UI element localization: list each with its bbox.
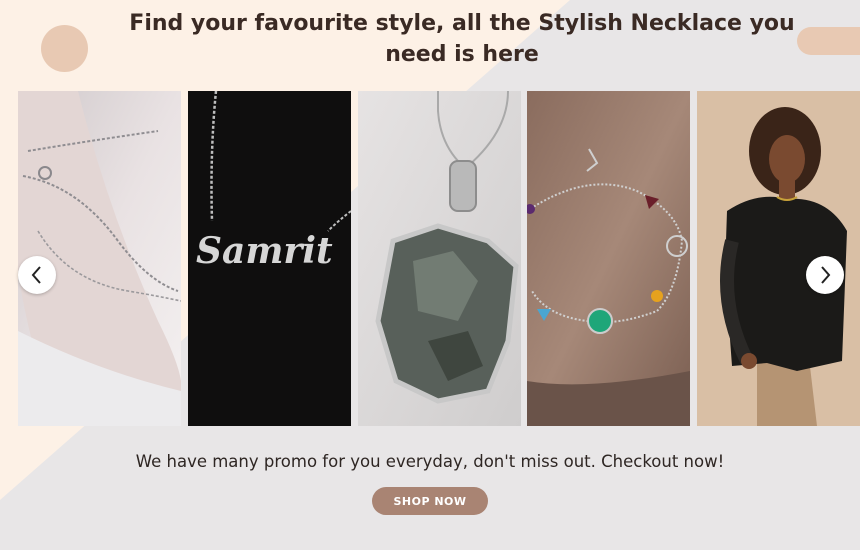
page-title: Find your favourite style, all the Styli… [129,11,795,67]
carousel-prev-button[interactable] [18,256,56,294]
chevron-right-icon [821,266,831,284]
carousel-next-button[interactable] [806,256,844,294]
decorative-circle [41,25,88,72]
shop-now-button[interactable]: SHOP NOW [372,487,488,515]
green-stone-pendant-photo[interactable] [358,91,521,426]
promo-text: We have many promo for you everyday, don… [135,452,725,471]
chevron-left-icon [31,266,41,284]
svg-text:Samrit: Samrit [196,230,333,272]
name-necklace-photo[interactable]: Samrit [188,91,351,426]
gemstone-bracelet-photo[interactable] [527,91,690,426]
product-carousel[interactable]: Samrit [0,91,860,426]
